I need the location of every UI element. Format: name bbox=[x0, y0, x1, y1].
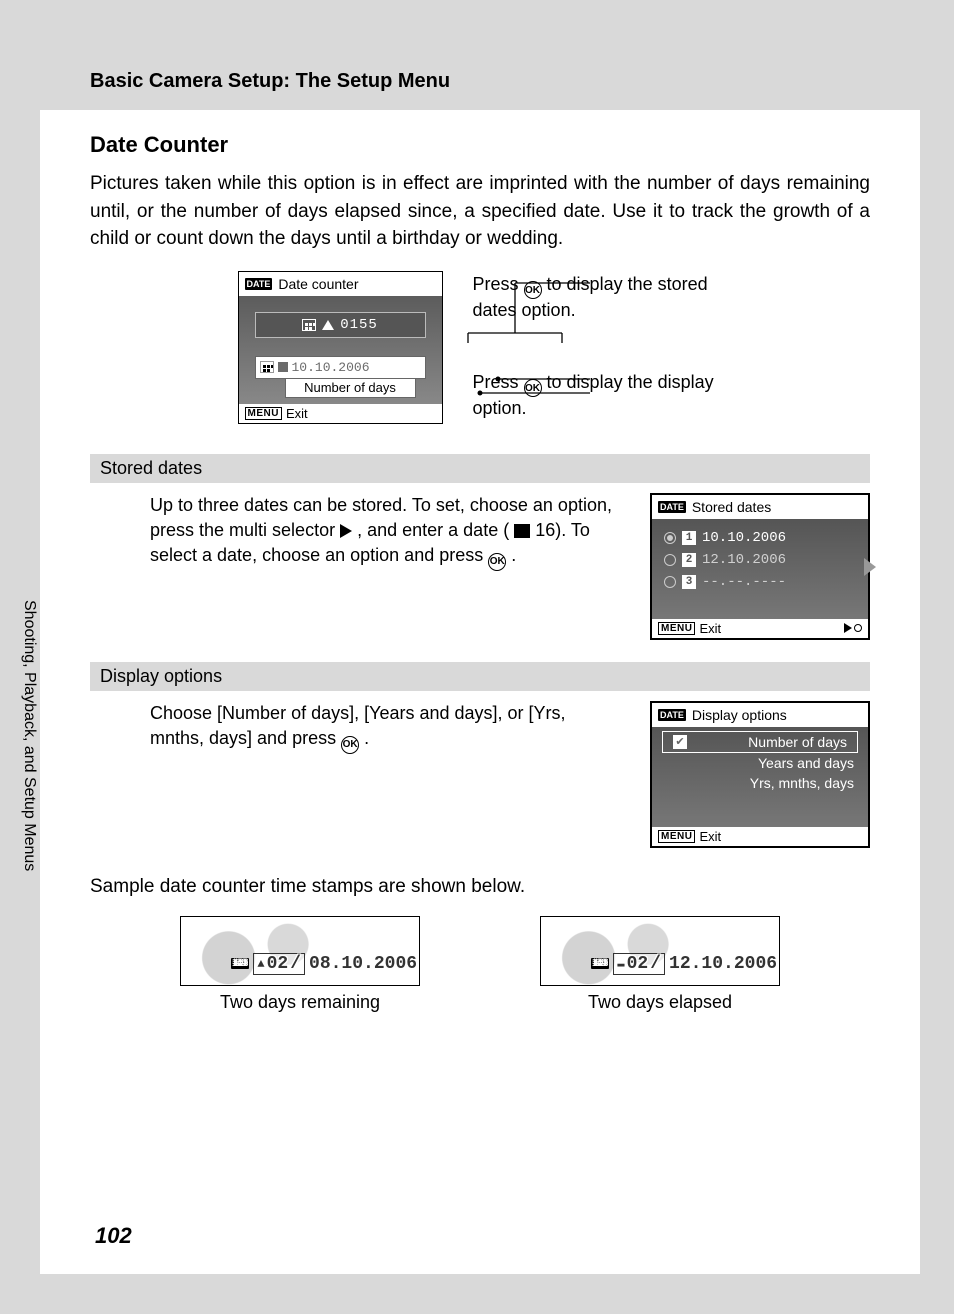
index-badge: 2 bbox=[682, 553, 696, 567]
intro-paragraph: Pictures taken while this option is in e… bbox=[90, 170, 870, 253]
page-header: Basic Camera Setup: The Setup Menu bbox=[40, 40, 920, 110]
stored-date-row: 3 --.--.---- bbox=[656, 571, 864, 593]
lcd-date-counter: DATE Date counter 0155 10.10.2006 Number… bbox=[238, 271, 443, 424]
calendar-icon bbox=[260, 361, 274, 373]
radio-icon bbox=[664, 576, 676, 588]
display-option-label: Yrs, mnths, days bbox=[750, 775, 854, 791]
stored-dates-text: Up to three dates can be stored. To set,… bbox=[150, 493, 620, 571]
calendar-icon bbox=[302, 319, 316, 331]
sample-left: 123 ▲ 02/ 08.10.2006 Two days remaining bbox=[175, 916, 425, 1013]
stored-date-row: 2 12.10.2006 bbox=[656, 549, 864, 571]
lcd-counter-value: 0155 bbox=[340, 317, 378, 333]
right-triangle-icon bbox=[340, 524, 352, 538]
date-icon: 123 bbox=[231, 958, 249, 969]
display-option-label: Number of days bbox=[693, 734, 847, 750]
ok-icon: OK bbox=[341, 736, 359, 754]
up-triangle-icon bbox=[322, 320, 334, 330]
sample-image: 123 ▲ 02/ 08.10.2006 bbox=[180, 916, 420, 986]
header-title: Basic Camera Setup: The Setup Menu bbox=[90, 70, 920, 93]
callout-text: Press bbox=[473, 274, 524, 294]
ok-icon: OK bbox=[524, 379, 542, 397]
radio-icon bbox=[664, 554, 676, 566]
lcd-stored-dates: DATE Stored dates 1 10.10.2006 2 12.10.2… bbox=[650, 493, 870, 640]
samples-row: 123 ▲ 02/ 08.10.2006 Two days remaining … bbox=[90, 916, 870, 1013]
samples-intro: Sample date counter time stamps are show… bbox=[90, 876, 870, 898]
display-option-row: Yrs, mnths, days bbox=[656, 773, 864, 793]
index-badge: 3 bbox=[682, 575, 696, 589]
radio-icon bbox=[664, 532, 676, 544]
body-text: , and enter a date ( bbox=[357, 520, 509, 540]
stamp-count: 02 bbox=[267, 954, 289, 974]
menu-chip: MENU bbox=[658, 830, 695, 843]
menu-exit-label: Exit bbox=[286, 406, 308, 421]
ok-icon: OK bbox=[488, 553, 506, 571]
display-option-row: ✔ Number of days bbox=[662, 731, 858, 753]
callout-text: Press bbox=[473, 372, 524, 392]
sample-caption: Two days elapsed bbox=[588, 992, 732, 1013]
display-options-header: Display options bbox=[90, 662, 870, 691]
ok-icon: OK bbox=[524, 281, 542, 299]
sample-caption: Two days remaining bbox=[220, 992, 380, 1013]
stored-lcd-title: Stored dates bbox=[692, 499, 771, 515]
callout-top: Press OK to display the stored dates opt… bbox=[473, 273, 723, 323]
lcd-sublabel: Number of days bbox=[285, 379, 416, 398]
menu-exit-label: Exit bbox=[699, 829, 721, 844]
ref-icon bbox=[514, 524, 530, 538]
side-label: Shooting, Playback, and Setup Menus bbox=[20, 600, 38, 871]
stored-dates-subsection: Stored dates Up to three dates can be st… bbox=[90, 454, 870, 640]
page-number: 102 bbox=[95, 1223, 132, 1249]
stored-date-value: 10.10.2006 bbox=[702, 530, 786, 546]
display-option-row: Years and days bbox=[656, 753, 864, 773]
display-lcd-title: Display options bbox=[692, 707, 787, 723]
display-option-label: Years and days bbox=[758, 755, 854, 771]
stored-dates-header: Stored dates bbox=[90, 454, 870, 483]
display-options-subsection: Display options Choose [Number of days],… bbox=[90, 662, 870, 848]
menu-chip: MENU bbox=[245, 407, 282, 420]
stored-date-value: --.--.---- bbox=[702, 574, 786, 590]
right-arrow-icon bbox=[844, 623, 852, 633]
stored-date-row: 1 10.10.2006 bbox=[656, 527, 864, 549]
index-badge: 1 bbox=[682, 531, 696, 545]
date-icon: DATE bbox=[658, 501, 686, 513]
date-icon: DATE bbox=[658, 709, 686, 721]
menu-exit-label: Exit bbox=[699, 621, 721, 636]
lcd-title: Date counter bbox=[278, 276, 358, 292]
lcd-display-options: DATE Display options ✔ Number of days Ye… bbox=[650, 701, 870, 848]
sample-image: 123 ▬ 02/ 12.10.2006 bbox=[540, 916, 780, 986]
stamp-date: 08.10.2006 bbox=[309, 954, 417, 974]
date-icon: 123 bbox=[591, 958, 609, 969]
lcd-date-value: 10.10.2006 bbox=[292, 360, 370, 375]
stored-date-value: 12.10.2006 bbox=[702, 552, 786, 568]
stamp-symbol: ▬ bbox=[617, 957, 624, 971]
sample-right: 123 ▬ 02/ 12.10.2006 Two days elapsed bbox=[535, 916, 785, 1013]
date-icon: DATE bbox=[245, 278, 273, 290]
stop-icon bbox=[278, 362, 288, 372]
enter-icon bbox=[854, 624, 862, 632]
chevron-right-icon bbox=[864, 558, 876, 576]
check-icon: ✔ bbox=[673, 735, 687, 749]
stamp-symbol: ▲ bbox=[257, 957, 264, 971]
body-text: . bbox=[364, 728, 369, 748]
stamp-count: 02 bbox=[627, 954, 649, 974]
date-counter-diagram: DATE Date counter 0155 10.10.2006 Number… bbox=[90, 271, 870, 424]
menu-chip: MENU bbox=[658, 622, 695, 635]
callout-bottom: Press OK to display the display option. bbox=[473, 371, 723, 421]
display-options-text: Choose [Number of days], [Years and days… bbox=[150, 701, 620, 754]
stamp-date: 12.10.2006 bbox=[669, 954, 777, 974]
body-text: . bbox=[511, 545, 516, 565]
callouts: Press OK to display the stored dates opt… bbox=[473, 271, 723, 421]
section-title: Date Counter bbox=[90, 132, 870, 158]
